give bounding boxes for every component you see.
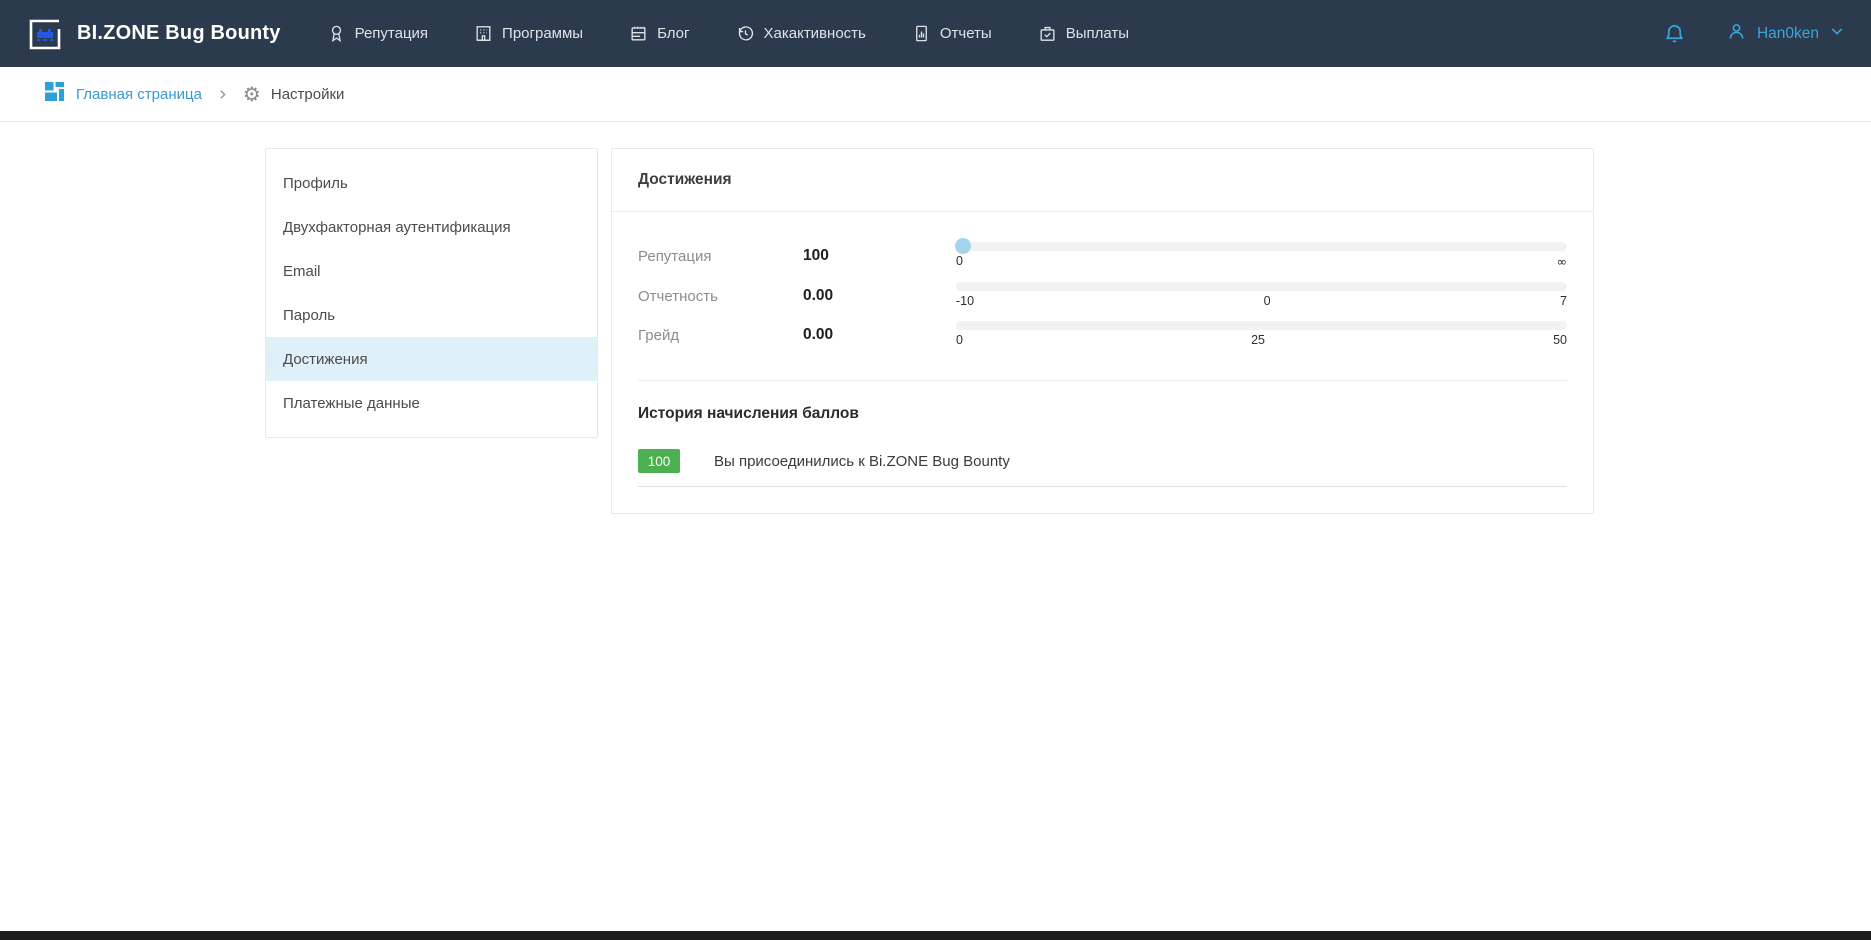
slider-mid-label: 0: [1264, 294, 1271, 308]
slider-min-label: 0: [956, 333, 963, 347]
slider-min-label: -10: [956, 294, 974, 308]
sidebar-item-payment-details[interactable]: Платежные данные: [266, 381, 597, 425]
username: Han0ken: [1757, 25, 1819, 43]
sidebar-item-2fa[interactable]: Двухфакторная аутентификация: [266, 205, 597, 249]
brand-logo[interactable]: BI.ZONE Bug Bounty: [26, 15, 281, 53]
sidebar-item-label: Двухфакторная аутентификация: [283, 219, 511, 236]
nav-label: Хакактивность: [764, 25, 866, 42]
user-icon: [1726, 21, 1747, 47]
stat-value: 0.00: [803, 321, 956, 347]
stat-label: Отчетность: [638, 282, 803, 308]
stat-label: Грейд: [638, 321, 803, 347]
stat-row-reputation: Репутация 100 0 ∞: [638, 242, 1567, 269]
navbar-right: Han0ken: [1663, 21, 1845, 47]
nav-label: Программы: [502, 25, 583, 42]
nav-item-reports[interactable]: Отчеты: [912, 24, 992, 43]
chevron-down-icon: [1829, 23, 1845, 44]
grade-slider: 0 25 50: [956, 321, 1567, 347]
sidebar-item-label: Профиль: [283, 175, 348, 192]
breadcrumb-current-label: Настройки: [271, 86, 345, 103]
sidebar-item-label: Достижения: [283, 351, 368, 368]
history-entry-text: Вы присоединились к Bi.ZONE Bug Bounty: [714, 453, 1010, 470]
main-navigation: Репутация Программы Блог: [327, 24, 1129, 43]
notebook-icon: [629, 24, 648, 43]
slider-track: [956, 282, 1567, 291]
reputation-slider: 0 ∞: [956, 242, 1567, 269]
nav-item-hacktivity[interactable]: Хакактивность: [736, 24, 866, 43]
payout-icon: [1038, 24, 1057, 43]
nav-item-reputation[interactable]: Репутация: [327, 24, 428, 43]
slider-labels: -10 0 7: [956, 294, 1567, 308]
sidebar-item-label: Email: [283, 263, 321, 280]
building-icon: [474, 24, 493, 43]
slider-handle[interactable]: [955, 238, 971, 254]
top-navbar: BI.ZONE Bug Bounty Репутация Программы: [0, 0, 1871, 67]
stat-value: 0.00: [803, 282, 956, 308]
slider-mid-label: 25: [1251, 333, 1265, 347]
nav-item-programs[interactable]: Программы: [474, 24, 583, 43]
footer-strip: [0, 931, 1871, 940]
slider-max-label: ∞: [1557, 254, 1567, 269]
sidebar-item-label: Пароль: [283, 307, 335, 324]
sidebar-item-email[interactable]: Email: [266, 249, 597, 293]
history-icon: [736, 24, 755, 43]
panel-title: Достижения: [612, 149, 1593, 212]
points-history-section: История начисления баллов 100 Вы присоед…: [638, 380, 1567, 513]
breadcrumb-home-link[interactable]: Главная страница: [44, 81, 202, 107]
breadcrumb-current: ⚙ Настройки: [243, 84, 345, 104]
sidebar-item-label: Платежные данные: [283, 395, 420, 412]
nav-label: Выплаты: [1066, 25, 1129, 42]
slider-min-label: 0: [956, 254, 963, 269]
stat-value: 100: [803, 242, 956, 269]
sidebar-item-achievements[interactable]: Достижения: [266, 337, 597, 381]
slider-track: [956, 242, 1567, 251]
user-menu[interactable]: Han0ken: [1726, 21, 1845, 47]
achievements-panel: Достижения Репутация 100 0 ∞ Отчетность: [611, 148, 1594, 514]
slider-max-label: 7: [1560, 294, 1567, 308]
breadcrumb: Главная страница ⚙ Настройки: [0, 67, 1871, 122]
notifications-bell-icon[interactable]: [1663, 22, 1686, 45]
slider-labels: 0 ∞: [956, 254, 1567, 269]
nav-label: Репутация: [355, 25, 428, 42]
medal-icon: [327, 24, 346, 43]
dashboard-icon: [44, 81, 65, 107]
gear-icon: ⚙: [243, 84, 261, 104]
slider-track: [956, 321, 1567, 330]
slider-labels: 0 25 50: [956, 333, 1567, 347]
stats-section: Репутация 100 0 ∞ Отчетность 0.00: [612, 212, 1593, 380]
settings-sidebar: Профиль Двухфакторная аутентификация Ema…: [265, 148, 598, 438]
sidebar-item-password[interactable]: Пароль: [266, 293, 597, 337]
report-icon: [912, 24, 931, 43]
points-history-title: История начисления баллов: [638, 405, 1567, 423]
brand-text: BI.ZONE Bug Bounty: [77, 22, 281, 45]
reporting-slider: -10 0 7: [956, 282, 1567, 308]
points-badge: 100: [638, 449, 680, 473]
stat-row-grade: Грейд 0.00 0 25 50: [638, 321, 1567, 347]
history-entry: 100 Вы присоединились к Bi.ZONE Bug Boun…: [638, 449, 1567, 487]
breadcrumb-home-label: Главная страница: [76, 86, 202, 103]
slider-max-label: 50: [1553, 333, 1567, 347]
nav-label: Отчеты: [940, 25, 992, 42]
nav-item-blog[interactable]: Блог: [629, 24, 689, 43]
sidebar-item-profile[interactable]: Профиль: [266, 161, 597, 205]
stat-label: Репутация: [638, 242, 803, 269]
page-content: Профиль Двухфакторная аутентификация Ema…: [0, 122, 1871, 931]
chevron-right-icon: [216, 88, 229, 101]
bug-logo-icon: [26, 15, 64, 53]
stat-row-reporting: Отчетность 0.00 -10 0 7: [638, 282, 1567, 308]
nav-label: Блог: [657, 25, 689, 42]
nav-item-payouts[interactable]: Выплаты: [1038, 24, 1129, 43]
